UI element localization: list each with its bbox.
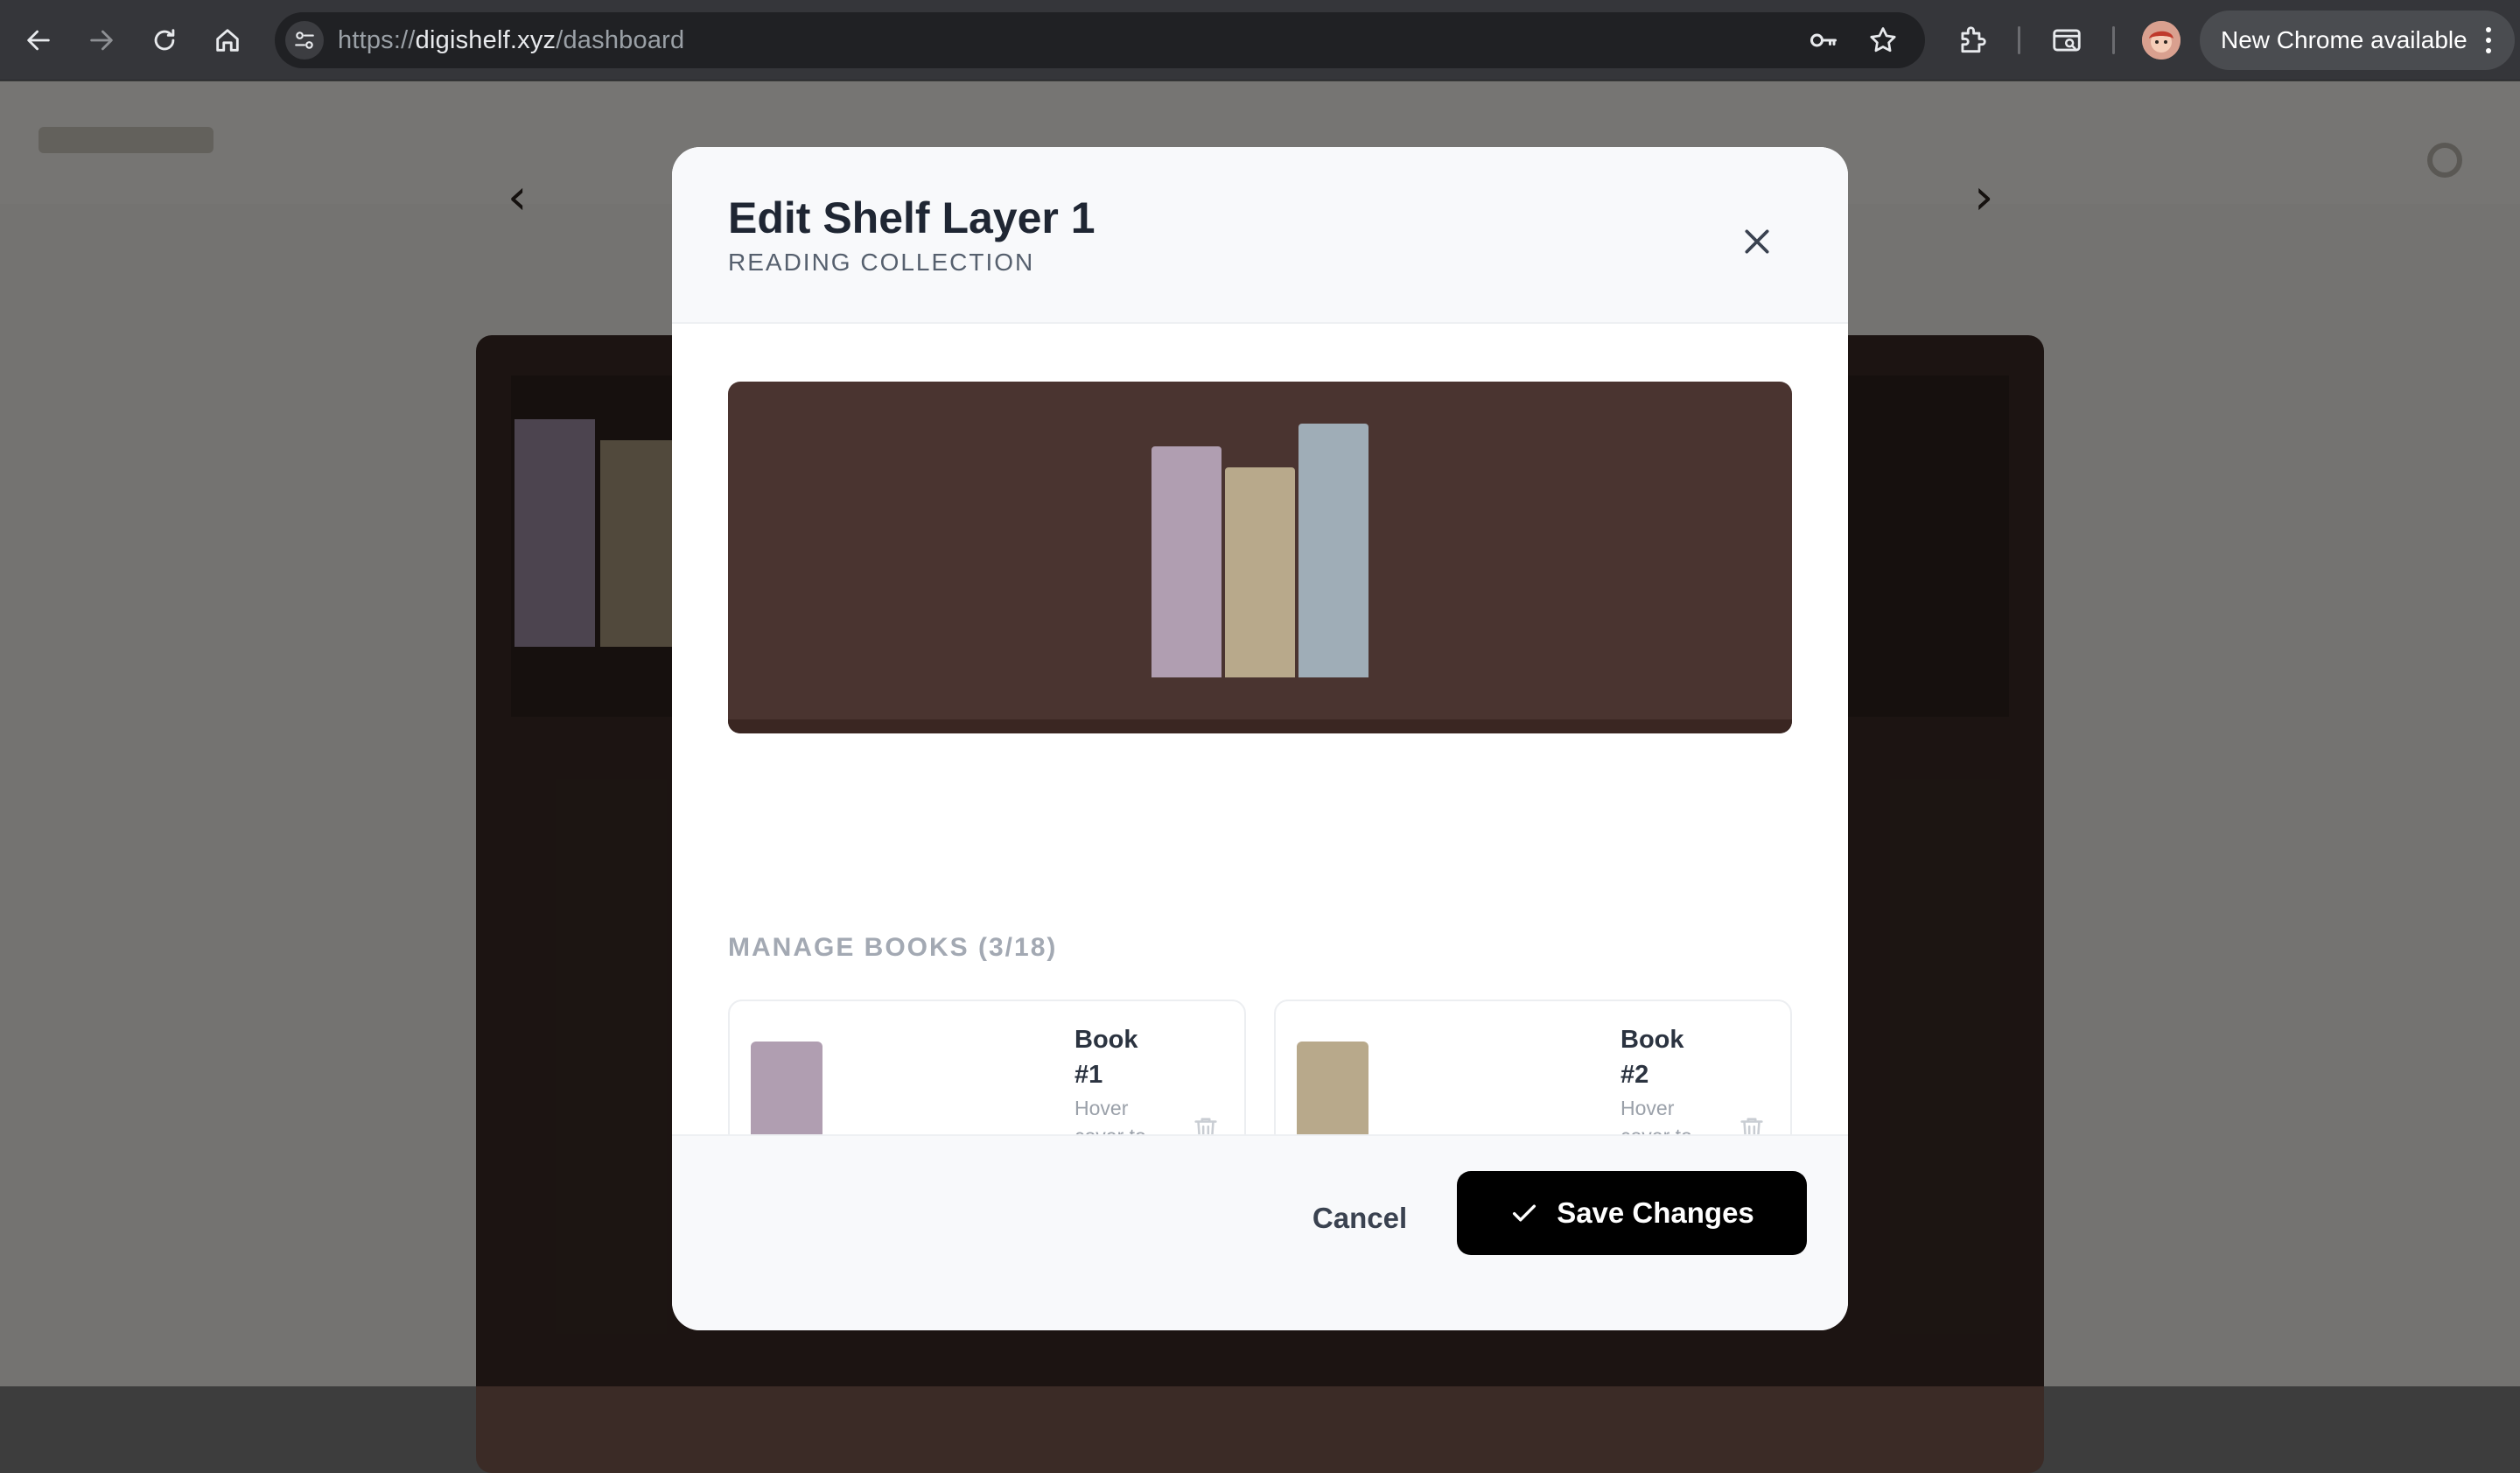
- modal-subtitle: READING COLLECTION: [728, 249, 1035, 276]
- url-host: digishelf.xyz: [415, 26, 556, 54]
- address-bar[interactable]: https://digishelf.xyz/dashboard: [275, 12, 1925, 68]
- password-key-icon[interactable]: [1808, 25, 1839, 56]
- back-button[interactable]: [16, 18, 61, 63]
- modal-footer: Cancel Save Changes: [672, 1134, 1848, 1330]
- trash-icon: [1194, 1118, 1217, 1134]
- url-scheme: https://: [338, 26, 416, 54]
- modal-title: Edit Shelf Layer 1: [728, 193, 1096, 242]
- update-label: New Chrome available: [2221, 26, 2468, 53]
- preview-book: [1225, 467, 1295, 677]
- toolbar-separator: [2018, 26, 2020, 54]
- arrow-left-icon: [27, 30, 50, 51]
- delete-book-button[interactable]: [1188, 1112, 1223, 1134]
- reload-icon: [154, 29, 175, 51]
- toolbar-separator: [2112, 26, 2115, 54]
- delete-book-button[interactable]: [1734, 1112, 1769, 1134]
- cover-color-hint: Hover cover to change color: [1074, 1097, 1146, 1134]
- preview-book: [1298, 424, 1368, 677]
- preview-book: [1152, 446, 1222, 677]
- modal-body[interactable]: MANAGE BOOKS (3/18) Book #1 Hover cover …: [672, 324, 1848, 1134]
- close-icon: [1745, 229, 1769, 254]
- bookmark-star-icon[interactable]: [1867, 25, 1899, 56]
- tune-icon: [295, 32, 314, 49]
- book-cover-color-picker[interactable]: [751, 1042, 822, 1134]
- close-button[interactable]: [1731, 215, 1783, 268]
- book-card: Book #2 Hover cover to change color: [1274, 1000, 1792, 1134]
- forward-button[interactable]: [79, 18, 124, 63]
- manage-books-label: MANAGE BOOKS (3/18): [728, 933, 1058, 962]
- save-button-label: Save Changes: [1557, 1196, 1754, 1229]
- url-text: https://digishelf.xyz/dashboard: [338, 12, 684, 68]
- profile-avatar[interactable]: [2142, 21, 2180, 60]
- shelf-base: [728, 719, 1792, 733]
- check-icon: [1513, 1204, 1536, 1222]
- book-number-label: Book #2: [1620, 1026, 1684, 1089]
- save-changes-button[interactable]: Save Changes: [1457, 1171, 1807, 1255]
- cancel-button[interactable]: Cancel: [1278, 1176, 1442, 1260]
- url-path: /dashboard: [556, 26, 685, 54]
- new-chrome-available-button[interactable]: New Chrome available: [2200, 11, 2515, 70]
- more-vert-icon: [2486, 27, 2491, 53]
- trash-icon: [1740, 1118, 1763, 1134]
- reload-button[interactable]: [142, 18, 187, 63]
- edit-shelf-modal: Edit Shelf Layer 1 READING COLLECTION MA…: [672, 147, 1848, 1330]
- book-number-label: Book #1: [1074, 1026, 1138, 1089]
- tab-search-icon[interactable]: [2048, 21, 2086, 60]
- home-button[interactable]: [205, 18, 250, 63]
- home-icon: [216, 29, 239, 52]
- extensions-icon[interactable]: [1953, 21, 1992, 60]
- shelf-preview: [728, 382, 1792, 733]
- browser-toolbar: https://digishelf.xyz/dashboard New Chro…: [0, 0, 2520, 81]
- book-card: Book #1 Hover cover to change color: [728, 1000, 1246, 1134]
- arrow-right-icon: [90, 30, 113, 51]
- site-info-button[interactable]: [285, 21, 324, 60]
- modal-header: Edit Shelf Layer 1 READING COLLECTION: [672, 147, 1848, 324]
- cover-color-hint: Hover cover to change color: [1620, 1097, 1692, 1134]
- book-cover-color-picker[interactable]: [1297, 1042, 1368, 1134]
